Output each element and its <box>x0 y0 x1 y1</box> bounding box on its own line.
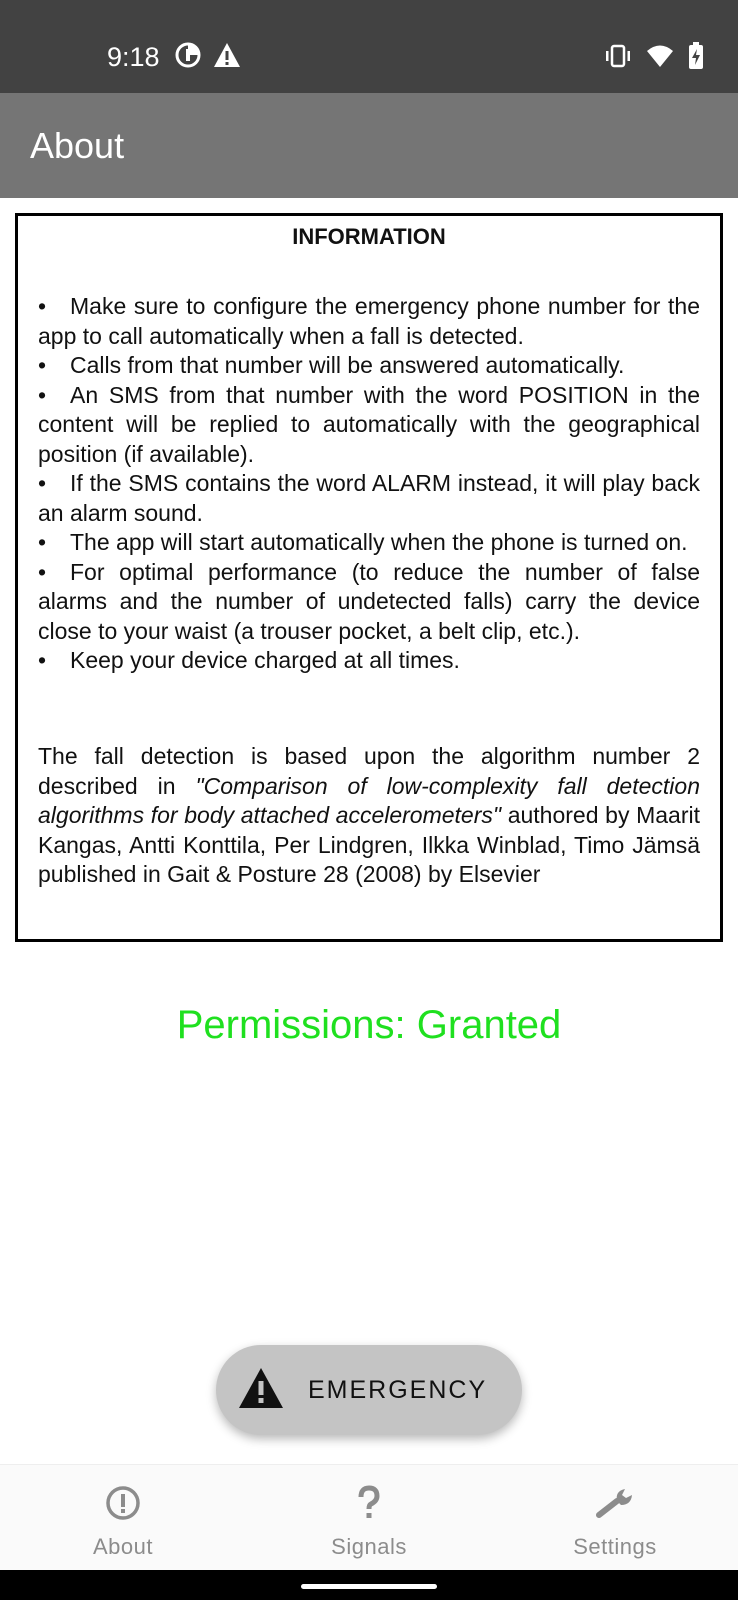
status-left-icons <box>175 42 241 68</box>
information-panel: INFORMATION • Make sure to configure the … <box>15 213 723 942</box>
nav-item-signals[interactable]: Signals <box>246 1465 492 1571</box>
question-icon <box>351 1485 387 1526</box>
home-gesture-handle[interactable] <box>301 1584 437 1589</box>
nav-item-about[interactable]: About <box>0 1465 246 1571</box>
status-time: 9:18 <box>107 42 160 72</box>
bullet-icon: • <box>38 381 47 408</box>
bullet-icon: • <box>38 558 47 585</box>
nav-item-settings[interactable]: Settings <box>492 1465 738 1571</box>
bottom-navigation: About Signals Settings <box>0 1464 738 1570</box>
info-icon <box>105 1485 141 1526</box>
information-list: • Make sure to configure the emergency ph… <box>38 292 700 676</box>
list-item: • The app will start automatically when t… <box>38 528 700 558</box>
nav-label-settings: Settings <box>573 1534 657 1559</box>
information-heading: INFORMATION <box>292 224 446 249</box>
permissions-status: Permissions: Granted <box>176 1003 562 1047</box>
algorithm-credit: The fall detection is based upon the alg… <box>38 743 700 887</box>
bullet-icon: • <box>38 470 47 496</box>
emergency-button[interactable]: EMERGENCY <box>216 1345 522 1435</box>
list-item: • An SMS from that number with the word P… <box>38 381 700 467</box>
list-item: • For optimal performance (to reduce the … <box>38 558 700 644</box>
wrench-icon <box>595 1485 635 1526</box>
nav-label-about: About <box>93 1534 153 1559</box>
warning-icon <box>213 42 241 68</box>
warning-icon <box>238 1367 284 1414</box>
wifi-icon <box>646 44 674 68</box>
list-item: • If the SMS contains the word ALARM inst… <box>38 470 700 526</box>
vibrate-icon <box>604 43 632 69</box>
emergency-button-label: EMERGENCY <box>308 1376 488 1404</box>
app-bar: About <box>0 93 738 198</box>
bullet-icon: • <box>38 647 47 673</box>
bullet-icon: • <box>38 352 47 378</box>
status-right-icons <box>604 42 704 70</box>
list-item: • Make sure to configure the emergency ph… <box>38 293 700 349</box>
status-bar: 9:18 <box>0 0 738 93</box>
list-item: • Calls from that number will be answered… <box>38 351 700 381</box>
bullet-icon: • <box>38 529 47 555</box>
data-saver-icon <box>175 42 201 68</box>
list-item: • Keep your device charged at all times. <box>38 646 700 676</box>
gesture-navigation-bar <box>0 1570 738 1600</box>
bullet-icon: • <box>38 293 47 319</box>
page-title: About <box>30 125 125 166</box>
battery-charging-icon <box>688 42 704 70</box>
nav-label-signals: Signals <box>331 1534 407 1559</box>
